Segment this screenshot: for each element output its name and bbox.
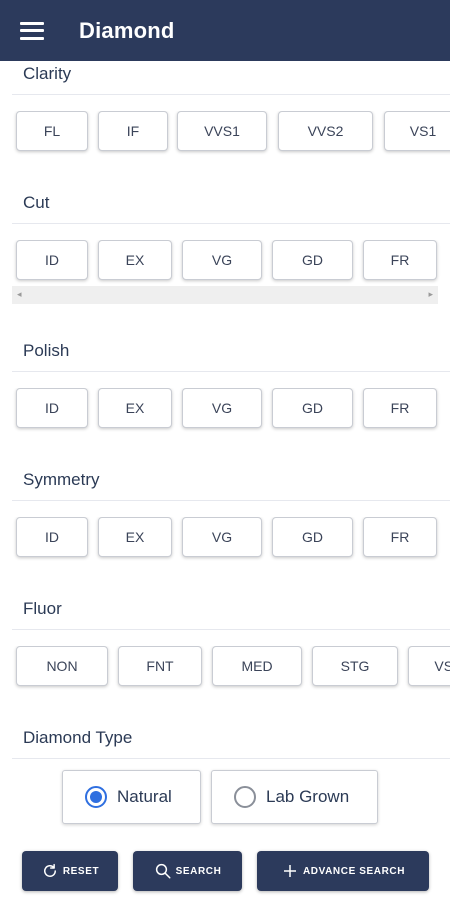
divider — [12, 94, 450, 95]
plus-icon — [281, 862, 299, 880]
chip-symmetry-ex[interactable]: EX — [98, 517, 172, 557]
scroll-left-arrow-icon[interactable]: ◂ — [17, 289, 22, 300]
chip-cut-id[interactable]: ID — [16, 240, 88, 280]
chip-clarity-fl[interactable]: FL — [16, 111, 88, 151]
radio-unselected-icon[interactable] — [234, 786, 256, 808]
divider — [12, 500, 450, 501]
divider — [12, 371, 450, 372]
section-title-fluor: Fluor — [23, 599, 62, 618]
hamburger-menu-icon[interactable] — [20, 21, 44, 40]
chip-row-clarity: FL IF VVS1 VVS2 VS1 — [0, 111, 450, 155]
chip-row-polish: ID EX VG GD FR — [0, 388, 450, 432]
section-title-symmetry: Symmetry — [23, 470, 100, 489]
chip-row-symmetry: ID EX VG GD FR — [0, 517, 450, 561]
reset-button[interactable]: RESET — [22, 851, 118, 891]
section-title-cut: Cut — [23, 193, 50, 212]
chip-polish-id[interactable]: ID — [16, 388, 88, 428]
chip-cut-gd[interactable]: GD — [272, 240, 353, 280]
reset-button-label: RESET — [62, 865, 100, 877]
chip-cut-ex[interactable]: EX — [98, 240, 172, 280]
search-button-label: SEARCH — [175, 865, 222, 877]
radio-option-natural[interactable]: Natural — [62, 770, 201, 824]
advance-search-button[interactable]: ADVANCE SEARCH — [257, 851, 429, 891]
radio-label-natural: Natural — [117, 787, 172, 806]
radio-option-lab-grown[interactable]: Lab Grown — [211, 770, 378, 824]
chip-fluor-fnt[interactable]: FNT — [118, 646, 202, 686]
chip-clarity-vvs1[interactable]: VVS1 — [177, 111, 267, 151]
chip-fluor-non[interactable]: NON — [16, 646, 108, 686]
chip-symmetry-gd[interactable]: GD — [272, 517, 353, 557]
page-title: Diamond — [79, 17, 175, 43]
chip-polish-fr[interactable]: FR — [363, 388, 437, 428]
radio-selected-icon[interactable] — [85, 786, 107, 808]
chip-fluor-stg[interactable]: STG — [312, 646, 398, 686]
chip-fluor-med[interactable]: MED — [212, 646, 302, 686]
chip-symmetry-id[interactable]: ID — [16, 517, 88, 557]
search-button[interactable]: SEARCH — [133, 851, 242, 891]
search-icon — [154, 862, 172, 880]
horizontal-scrollbar[interactable]: ◂ ▸ — [12, 286, 438, 304]
advance-search-button-label: ADVANCE SEARCH — [302, 865, 406, 877]
app-bar: Diamond — [0, 0, 450, 61]
divider — [12, 629, 450, 630]
radio-label-lab-grown: Lab Grown — [266, 787, 350, 806]
chip-row-cut: ID EX VG GD FR — [0, 240, 450, 284]
chip-clarity-if[interactable]: IF — [98, 111, 168, 151]
chip-clarity-vs1[interactable]: VS1 — [384, 111, 450, 151]
section-title-clarity: Clarity — [23, 64, 72, 83]
chip-clarity-vvs2[interactable]: VVS2 — [278, 111, 373, 151]
chip-polish-ex[interactable]: EX — [98, 388, 172, 428]
chip-cut-vg[interactable]: VG — [182, 240, 262, 280]
chip-row-fluor: NON FNT MED STG VST — [0, 646, 450, 690]
refresh-icon — [41, 862, 59, 880]
chip-fluor-vst[interactable]: VST — [408, 646, 450, 686]
scroll-right-arrow-icon[interactable]: ▸ — [428, 289, 433, 300]
chip-polish-vg[interactable]: VG — [182, 388, 262, 428]
section-title-diamond-type: Diamond Type — [23, 728, 133, 747]
section-title-polish: Polish — [23, 341, 70, 360]
chip-symmetry-vg[interactable]: VG — [182, 517, 262, 557]
chip-polish-gd[interactable]: GD — [272, 388, 353, 428]
divider — [12, 758, 450, 759]
bottom-action-bar: RESET SEARCH ADVANCE SEARCH — [0, 840, 450, 900]
chip-cut-fr[interactable]: FR — [363, 240, 437, 280]
chip-symmetry-fr[interactable]: FR — [363, 517, 437, 557]
divider — [12, 223, 450, 224]
